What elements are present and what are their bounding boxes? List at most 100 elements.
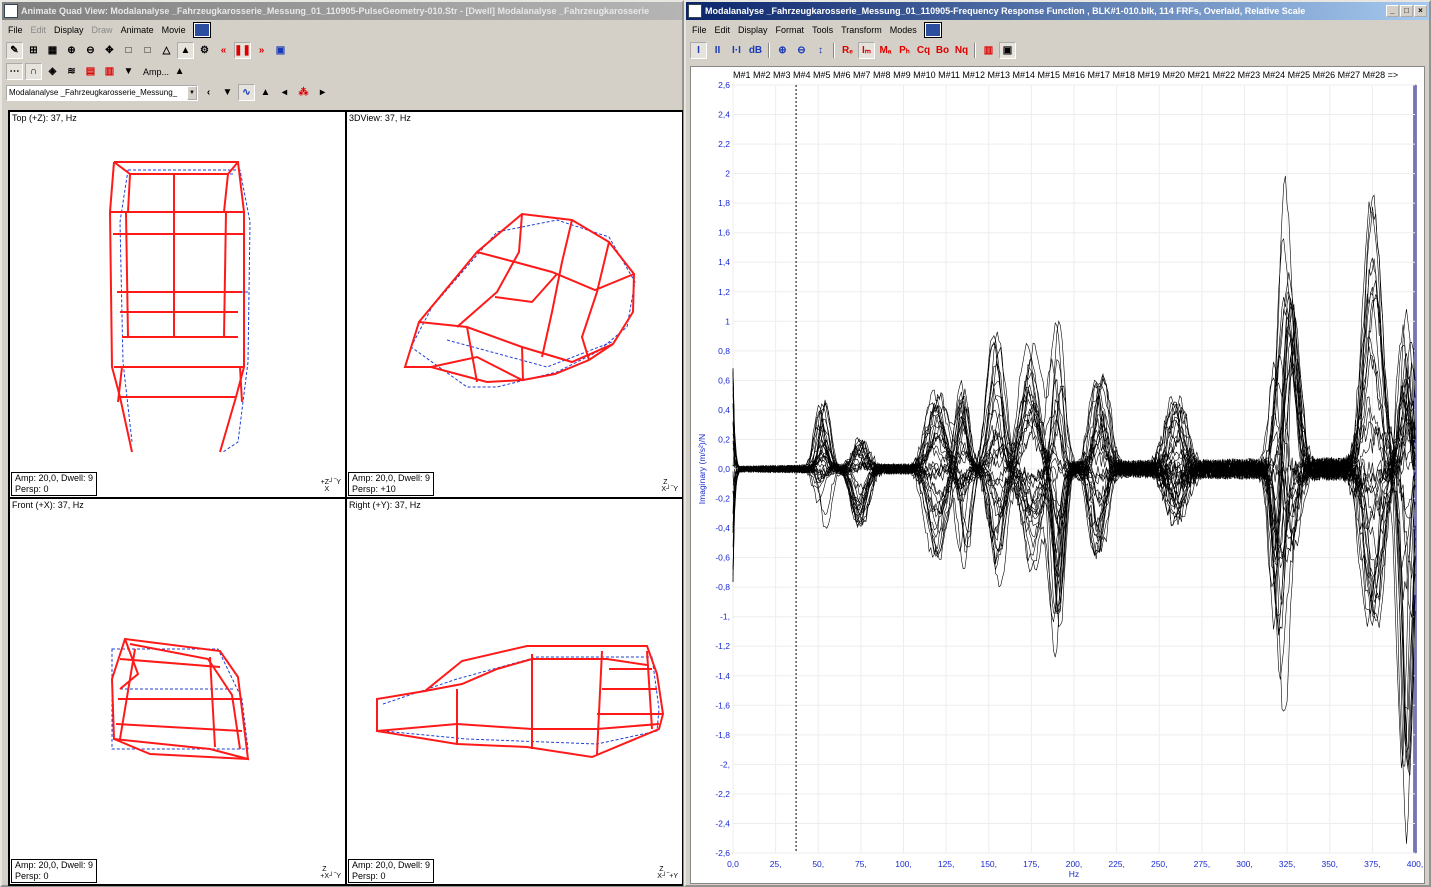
window-menu-icon[interactable]	[192, 22, 211, 38]
zoom-out-icon[interactable]: ⊖	[82, 42, 99, 59]
menu-animate[interactable]: Animate	[121, 25, 154, 35]
dot-cluster-icon[interactable]: ⁂	[295, 84, 312, 101]
magnitude-icon[interactable]: Mₐ	[877, 42, 894, 59]
y-tick-label: 0,2	[718, 434, 730, 444]
y-tick-label: 1,4	[718, 257, 730, 267]
waveform-icon[interactable]: ∿	[238, 84, 255, 101]
imaginary-part-icon[interactable]: Iₘ	[858, 42, 875, 59]
y-tick-label: -2,2	[715, 789, 730, 799]
y-tick-label: -0,8	[715, 582, 730, 592]
quad-view-icon[interactable]: ▦	[44, 42, 61, 59]
color-map-icon[interactable]: ▤	[82, 63, 99, 80]
filled-triangle-icon[interactable]: ▲	[177, 42, 194, 59]
band-cursor-icon[interactable]: I·I	[728, 42, 745, 59]
zoom-in-icon[interactable]: ⊕	[63, 42, 80, 59]
minimize-icon[interactable]: _	[1386, 5, 1399, 17]
close-icon[interactable]: ×	[1414, 5, 1427, 17]
pane-front-view[interactable]: Front (+X): 37, Hz Z +X┘‾Y Amp: 20,0, Dwe…	[9, 498, 346, 885]
menu-movie[interactable]: Movie	[162, 25, 186, 35]
prev-shape-icon[interactable]: ‹	[200, 84, 217, 101]
grid-icon[interactable]: ⊞	[25, 42, 42, 59]
down-arrow-icon[interactable]: ▼	[120, 63, 137, 80]
contour-icon[interactable]: ≋	[63, 63, 80, 80]
color-bar-icon[interactable]: ▥	[101, 63, 118, 80]
phase-icon[interactable]: Pₕ	[896, 42, 913, 59]
menu-display[interactable]: Display	[54, 25, 84, 35]
coquad-icon[interactable]: Cq	[915, 42, 932, 59]
menu-draw[interactable]: Draw	[92, 25, 113, 35]
up-arrow-icon[interactable]: ▲	[171, 63, 188, 80]
real-part-icon[interactable]: Rₑ	[839, 42, 856, 59]
pause-icon[interactable]: ❚❚	[234, 42, 251, 59]
bode-icon[interactable]: Bo	[934, 42, 951, 59]
pane-3d-view[interactable]: 3DView: 37, Hz Z X┘‾Y Amp: 20,0, Dwell: …	[346, 111, 683, 498]
info-amp-dwell: Amp: 20,0, Dwell: 9	[352, 473, 431, 483]
info-persp: Persp: 0	[352, 871, 386, 881]
y-tick-label: -0,4	[715, 523, 730, 533]
window-icon[interactable]: ▣	[999, 42, 1016, 59]
up-triangle-icon[interactable]: ▲	[257, 84, 274, 101]
surface-icon[interactable]: ◈	[44, 63, 61, 80]
left-toolbar-3: Modalanalyse _Fahrzeugkarosserie_Messung…	[2, 82, 682, 103]
menu-file[interactable]: File	[692, 25, 707, 35]
quad-view-area[interactable]: Top (+Z): 37, Hz +Z┘‾Y X Amp: 20,0, Dwel…	[8, 110, 683, 886]
right-view-wireframe	[376, 645, 665, 759]
rewind-icon[interactable]: «	[215, 42, 232, 59]
box-icon[interactable]: □	[120, 42, 137, 59]
frf-plot-area[interactable]: M#1 M#2 M#3 M#4 M#5 M#6 M#7 M#8 M#9 M#10…	[690, 66, 1425, 884]
right-titlebar[interactable]: Modalanalyse _Fahrzeugkarosserie_Messung…	[686, 2, 1429, 20]
x-tick-label: 225,	[1108, 859, 1125, 869]
left-toolbar-1: ✎ ⊞ ▦ ⊕ ⊖ ✥ □ □ △ ▲ ⚙ « ❚❚ » ▣	[2, 40, 682, 61]
separator	[833, 43, 835, 58]
db-icon[interactable]: dB	[747, 42, 764, 59]
window-menu-icon[interactable]	[923, 22, 942, 38]
menu-edit[interactable]: Edit	[715, 25, 731, 35]
overlay-icon[interactable]: ▥	[980, 42, 997, 59]
maximize-icon[interactable]: □	[1400, 5, 1413, 17]
curve-icon[interactable]: ∩	[25, 63, 42, 80]
shape-file-combo[interactable]: Modalanalyse _Fahrzeugkarosserie_Messung…	[6, 84, 198, 101]
front-view-wireframe	[110, 637, 250, 761]
x-tick-label: 50,	[812, 859, 824, 869]
separator	[974, 43, 976, 58]
menu-modes[interactable]: Modes	[890, 25, 917, 35]
x-tick-label: 125,	[938, 859, 955, 869]
pane-top-view[interactable]: Top (+Z): 37, Hz +Z┘‾Y X Amp: 20,0, Dwel…	[9, 111, 346, 498]
menu-transform[interactable]: Transform	[841, 25, 882, 35]
dotted-line-icon[interactable]: ⋯	[6, 63, 23, 80]
double-cursor-icon[interactable]: II	[709, 42, 726, 59]
window-icon[interactable]: ▣	[272, 42, 289, 59]
frf-window[interactable]: Modalanalyse _Fahrzeugkarosserie_Messung…	[684, 0, 1431, 887]
forward-icon[interactable]: »	[253, 42, 270, 59]
vertical-scale-icon[interactable]: ↕	[812, 42, 829, 59]
menu-display[interactable]: Display	[738, 25, 768, 35]
info-box: Amp: 20,0, Dwell: 9 Persp: 0	[11, 472, 98, 496]
x-tick-label: 0,0	[727, 859, 739, 869]
menu-edit[interactable]: Edit	[31, 25, 47, 35]
nyquist-icon[interactable]: Nq	[953, 42, 970, 59]
pane-right-view[interactable]: Right (+Y): 37, Hz Z X┘‾+Y Amp: 20,0, Dwe…	[346, 498, 683, 885]
single-cursor-icon[interactable]: I	[690, 42, 707, 59]
draw-tool-icon[interactable]: ✎	[6, 42, 23, 59]
step-left-icon[interactable]: ◂	[276, 84, 293, 101]
triangle-icon[interactable]: △	[158, 42, 175, 59]
down-triangle-icon[interactable]: ▼	[219, 84, 236, 101]
x-tick-label: 200,	[1066, 859, 1083, 869]
zoom-in-icon[interactable]: ⊕	[774, 42, 791, 59]
chevron-down-icon[interactable]: ▼	[187, 85, 197, 100]
pan-icon[interactable]: ✥	[101, 42, 118, 59]
zoom-out-icon[interactable]: ⊖	[793, 42, 810, 59]
step-right-icon[interactable]: ▸	[314, 84, 331, 101]
box-outline-icon[interactable]: □	[139, 42, 156, 59]
amp-label[interactable]: Amp...	[143, 67, 169, 77]
axis-triad: Z X┘‾+Y	[657, 866, 678, 880]
settings-icon[interactable]: ⚙	[196, 42, 213, 59]
menu-format[interactable]: Format	[776, 25, 805, 35]
menu-tools[interactable]: Tools	[812, 25, 833, 35]
menu-file[interactable]: File	[8, 25, 23, 35]
y-tick-label: 1,8	[718, 198, 730, 208]
animate-quad-view-window[interactable]: Animate Quad View: Modalanalyse _Fahrzeu…	[0, 0, 684, 887]
y-tick-label: 2,4	[718, 110, 730, 120]
x-tick-label: 250,	[1151, 859, 1168, 869]
left-titlebar[interactable]: Animate Quad View: Modalanalyse _Fahrzeu…	[2, 2, 682, 20]
